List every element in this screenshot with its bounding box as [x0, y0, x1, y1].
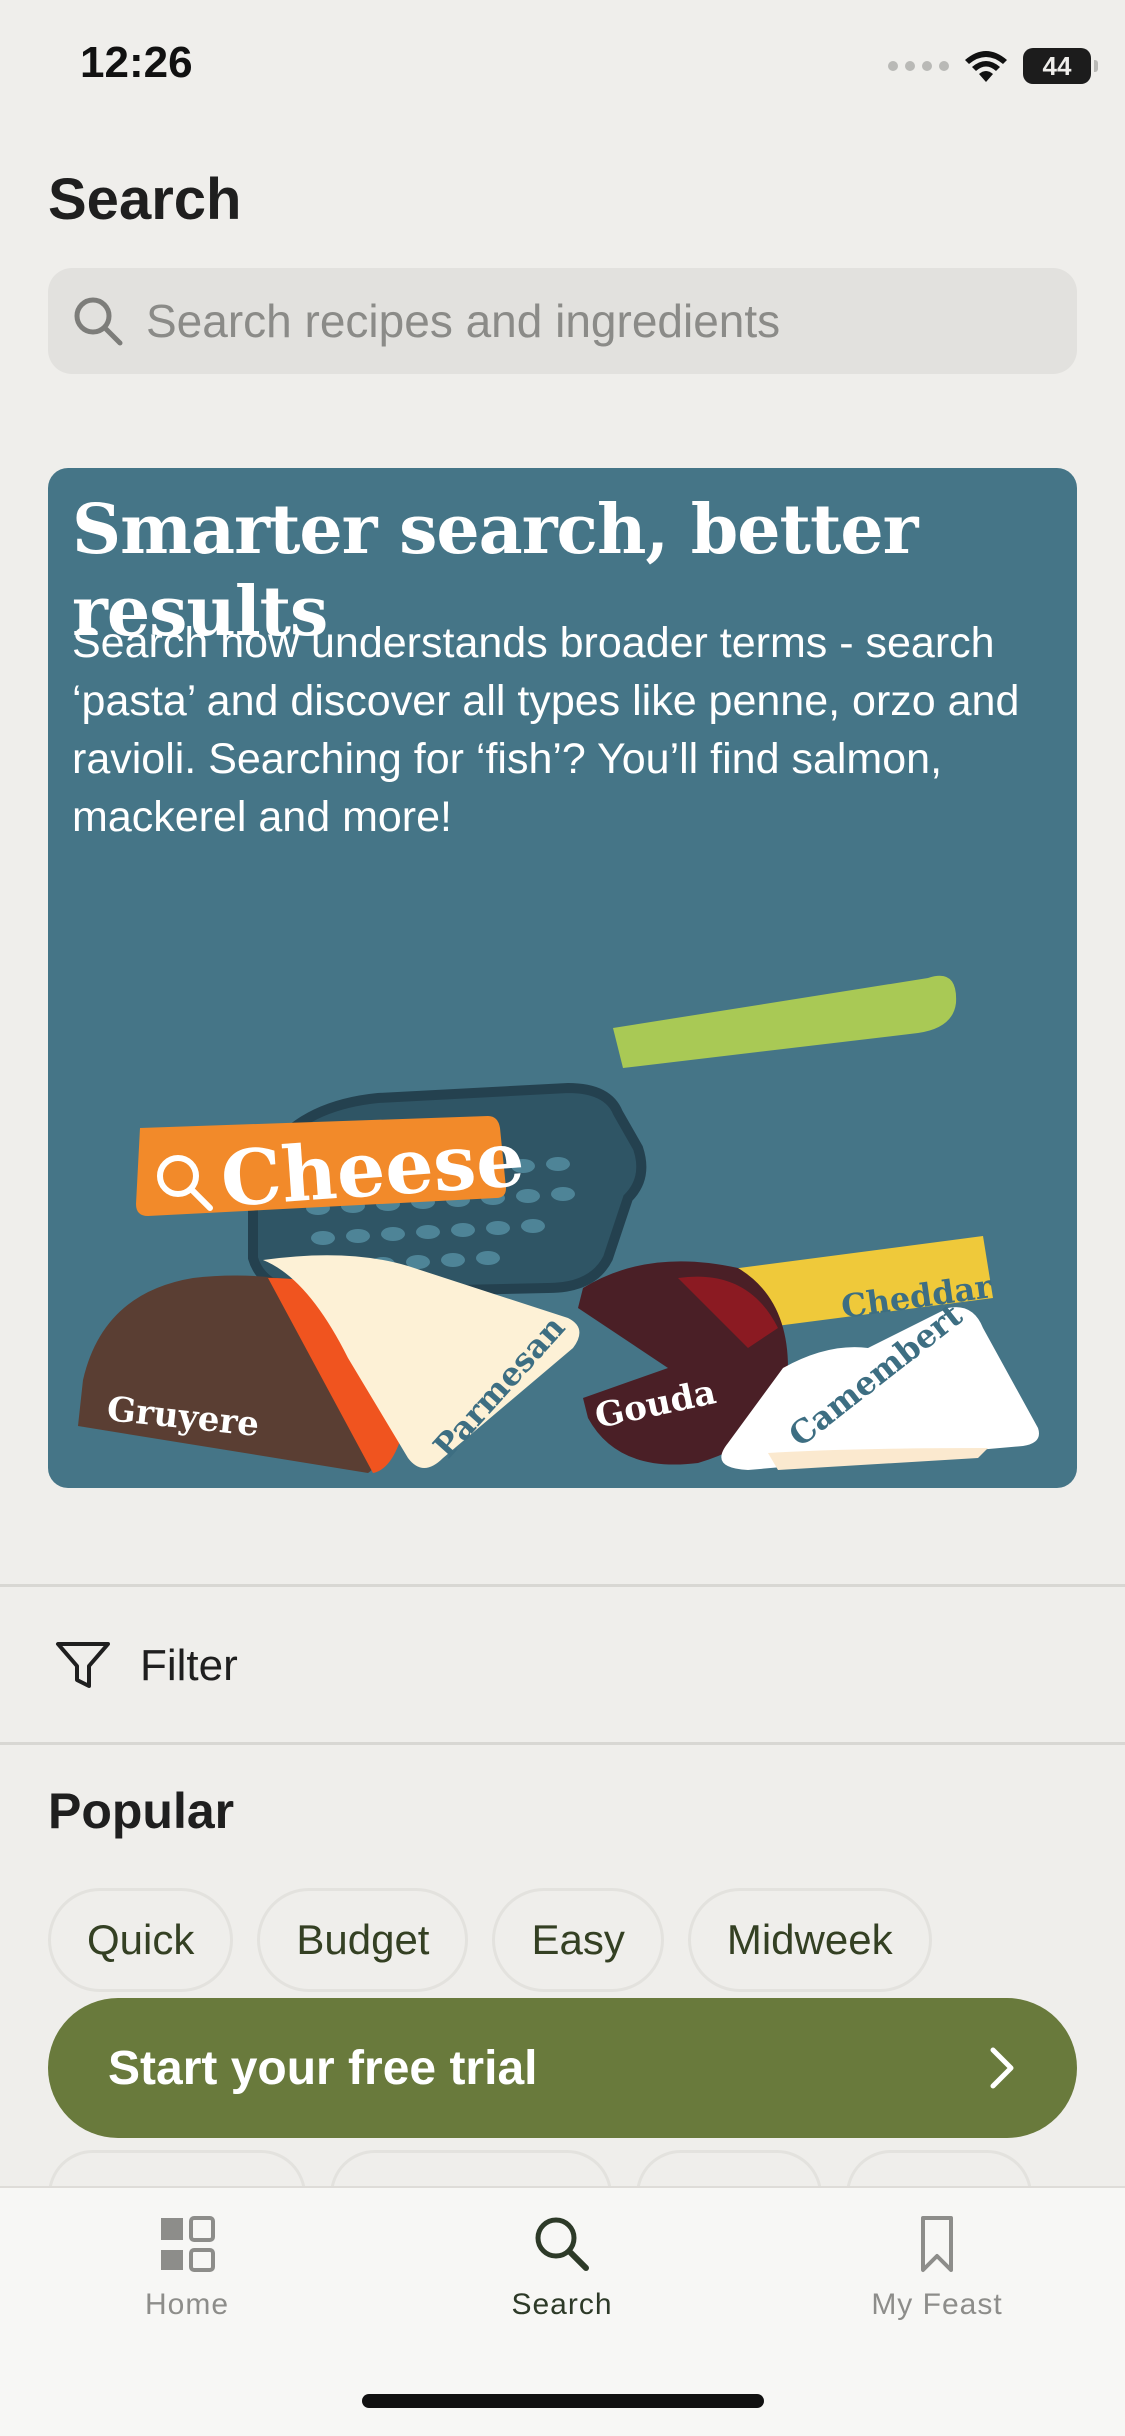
- filter-label: Filter: [140, 1641, 238, 1690]
- cellular-signal-icon: [888, 61, 949, 71]
- search-bar[interactable]: [48, 268, 1077, 374]
- tab-search[interactable]: Search: [437, 2214, 687, 2322]
- home-grid-icon: [161, 2216, 215, 2272]
- popular-chips: Quick Budget Easy Midweek: [48, 1888, 932, 1992]
- tab-my-feast-label: My Feast: [871, 2288, 1003, 2321]
- tab-home[interactable]: Home: [62, 2214, 312, 2322]
- chevron-right-icon: [990, 2047, 1014, 2089]
- page-title: Search: [48, 167, 242, 232]
- filter-button[interactable]: Filter: [0, 1590, 1125, 1742]
- promo-card[interactable]: Smarter search, better results Search no…: [48, 468, 1077, 1488]
- search-icon: [535, 2217, 589, 2271]
- free-trial-button[interactable]: Start your free trial: [48, 1998, 1077, 2138]
- cheese-illustration: Cheese Cheddar Gruyere Parmesan Gouda Ca…: [78, 975, 1039, 1473]
- chip-budget[interactable]: Budget: [257, 1888, 469, 1992]
- wifi-icon: [965, 51, 1007, 82]
- popular-title: Popular: [48, 1783, 235, 1839]
- tab-search-label: Search: [511, 2288, 613, 2321]
- status-icons: 44: [888, 48, 1098, 84]
- filter-icon: [56, 1642, 110, 1688]
- search-icon: [74, 297, 123, 346]
- search-input[interactable]: [144, 293, 1048, 349]
- bookmark-icon: [921, 2216, 953, 2272]
- tab-my-feast[interactable]: My Feast: [812, 2214, 1062, 2322]
- battery-icon: 44: [1023, 48, 1098, 84]
- chip-quick[interactable]: Quick: [48, 1888, 234, 1992]
- divider: [0, 1584, 1125, 1587]
- divider: [0, 1742, 1125, 1745]
- tab-home-label: Home: [144, 2288, 230, 2321]
- promo-body: Search now understands broader terms - s…: [72, 619, 1020, 841]
- free-trial-label: Start your free trial: [108, 2041, 538, 2095]
- status-time: 12:26: [80, 38, 193, 87]
- chip-easy[interactable]: Easy: [492, 1888, 664, 1992]
- home-indicator: [362, 2394, 764, 2408]
- chip-midweek[interactable]: Midweek: [687, 1888, 932, 1992]
